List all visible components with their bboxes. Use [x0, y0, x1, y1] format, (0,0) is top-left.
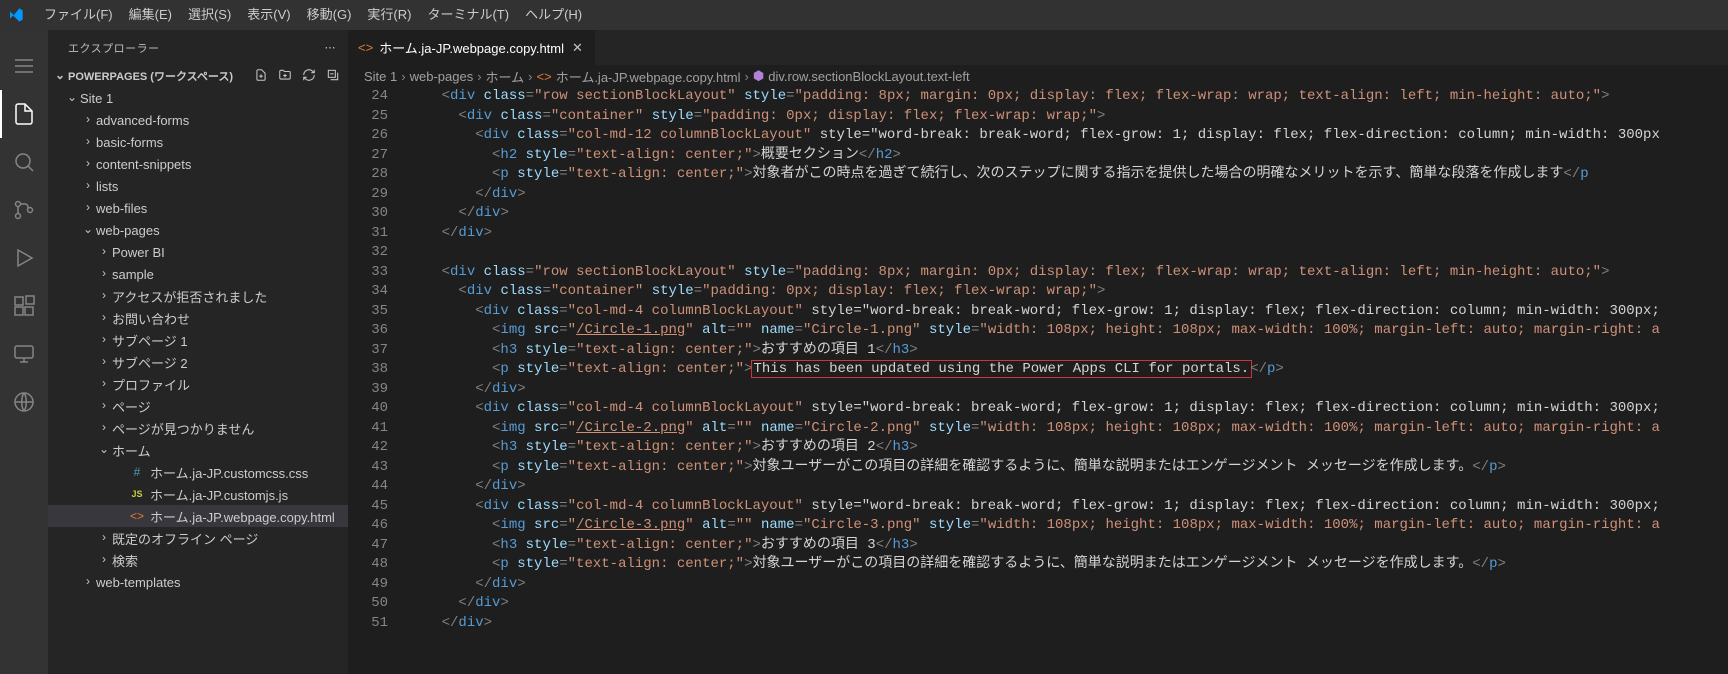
tree-folder[interactable]: web-files	[48, 197, 348, 219]
title-bar: ファイル(F)編集(E)選択(S)表示(V)移動(G)実行(R)ターミナル(T)…	[0, 0, 1728, 30]
editor-tabs: <> ホーム.ja-JP.webpage.copy.html ✕	[348, 30, 1728, 65]
tree-folder[interactable]: アクセスが拒否されました	[48, 285, 348, 307]
tree-folder[interactable]: ホーム	[48, 439, 348, 461]
chevron-right-icon: ›	[528, 69, 532, 84]
extensions-icon[interactable]	[0, 282, 48, 330]
tree-file-js[interactable]: JSホーム.ja-JP.customjs.js	[48, 483, 348, 505]
menu-item[interactable]: ターミナル(T)	[419, 0, 517, 30]
chevron-right-icon: ›	[745, 69, 749, 84]
tree-folder[interactable]: web-pages	[48, 219, 348, 241]
breadcrumb-item[interactable]: web-pages	[410, 69, 474, 84]
chevron-right-icon: ›	[477, 69, 481, 84]
tree-folder[interactable]: お問い合わせ	[48, 307, 348, 329]
sidebar-title: エクスプローラー	[68, 40, 160, 56]
tab-label: ホーム.ja-JP.webpage.copy.html	[379, 38, 564, 57]
collapse-all-icon[interactable]	[326, 68, 340, 85]
tree-file-css[interactable]: #ホーム.ja-JP.customcss.css	[48, 461, 348, 483]
tree-folder[interactable]: content-snippets	[48, 153, 348, 175]
menu-item[interactable]: ファイル(F)	[36, 0, 121, 30]
menu-item[interactable]: 編集(E)	[121, 0, 180, 30]
code-content[interactable]: <div class="row sectionBlockLayout" styl…	[408, 87, 1728, 674]
tree-folder[interactable]: プロファイル	[48, 373, 348, 395]
menu-item[interactable]: 表示(V)	[239, 0, 298, 30]
refresh-icon[interactable]	[302, 68, 316, 85]
tree-folder[interactable]: 検索	[48, 549, 348, 571]
search-icon[interactable]	[0, 138, 48, 186]
html-file-icon: <>	[128, 509, 146, 523]
sidebar: エクスプローラー ⋯ POWERPAGES (ワークスペース) Site 1ad…	[48, 30, 348, 674]
code-editor[interactable]: 2425262728293031323334353637383940414243…	[348, 87, 1728, 674]
chevron-right-icon: ›	[401, 69, 405, 84]
tree-folder[interactable]: ページ	[48, 395, 348, 417]
tree-folder[interactable]: サブページ 2	[48, 351, 348, 373]
explorer-icon[interactable]	[0, 90, 48, 138]
power-platform-icon[interactable]	[0, 378, 48, 426]
tree-folder[interactable]: sample	[48, 263, 348, 285]
editor-area: <> ホーム.ja-JP.webpage.copy.html ✕ Site 1 ›…	[348, 30, 1728, 674]
breadcrumbs[interactable]: Site 1›web-pages›ホーム›<> ホーム.ja-JP.webpag…	[348, 65, 1728, 87]
tree-folder[interactable]: advanced-forms	[48, 109, 348, 131]
tree-file-html[interactable]: <>ホーム.ja-JP.webpage.copy.html	[48, 505, 348, 527]
css-file-icon: #	[128, 465, 146, 479]
workspace-section-header[interactable]: POWERPAGES (ワークスペース)	[48, 65, 348, 87]
new-file-icon[interactable]	[254, 68, 268, 85]
line-number-gutter: 2425262728293031323334353637383940414243…	[348, 87, 408, 674]
tab-home-html[interactable]: <> ホーム.ja-JP.webpage.copy.html ✕	[348, 30, 596, 65]
tree-folder[interactable]: サブページ 1	[48, 329, 348, 351]
html-file-icon: <>	[358, 40, 373, 55]
new-folder-icon[interactable]	[278, 68, 292, 85]
menu-icon[interactable]	[0, 42, 48, 90]
tree-folder[interactable]: 既定のオフライン ページ	[48, 527, 348, 549]
tree-folder[interactable]: Power BI	[48, 241, 348, 263]
menu-item[interactable]: ヘルプ(H)	[517, 0, 590, 30]
js-file-icon: JS	[128, 489, 146, 499]
tree-folder-site1[interactable]: Site 1	[48, 87, 348, 109]
menu-item[interactable]: 選択(S)	[180, 0, 239, 30]
sidebar-title-row: エクスプローラー ⋯	[48, 30, 348, 65]
menu-item[interactable]: 移動(G)	[299, 0, 360, 30]
file-tree: Site 1advanced-formsbasic-formscontent-s…	[48, 87, 348, 674]
html-file-icon: <>	[537, 69, 552, 84]
breadcrumb-item[interactable]: <> ホーム.ja-JP.webpage.copy.html	[537, 67, 741, 86]
close-icon[interactable]: ✕	[570, 38, 585, 58]
breadcrumb-item[interactable]: Site 1	[364, 69, 397, 84]
element-icon: ⬢	[753, 68, 764, 84]
vscode-logo-icon	[8, 7, 24, 23]
tree-folder[interactable]: basic-forms	[48, 131, 348, 153]
tree-folder[interactable]: lists	[48, 175, 348, 197]
tree-folder[interactable]: ページが見つかりません	[48, 417, 348, 439]
menu-bar: ファイル(F)編集(E)選択(S)表示(V)移動(G)実行(R)ターミナル(T)…	[36, 0, 590, 30]
source-control-icon[interactable]	[0, 186, 48, 234]
activity-bar	[0, 30, 48, 674]
sidebar-more-icon[interactable]: ⋯	[325, 41, 337, 54]
breadcrumb-item[interactable]: ⬢ div.row.sectionBlockLayout.text-left	[753, 68, 970, 84]
remote-icon[interactable]	[0, 330, 48, 378]
breadcrumb-item[interactable]: ホーム	[486, 67, 525, 86]
run-debug-icon[interactable]	[0, 234, 48, 282]
tree-folder[interactable]: web-templates	[48, 571, 348, 593]
workspace-name: POWERPAGES (ワークスペース)	[68, 68, 233, 84]
menu-item[interactable]: 実行(R)	[359, 0, 419, 30]
